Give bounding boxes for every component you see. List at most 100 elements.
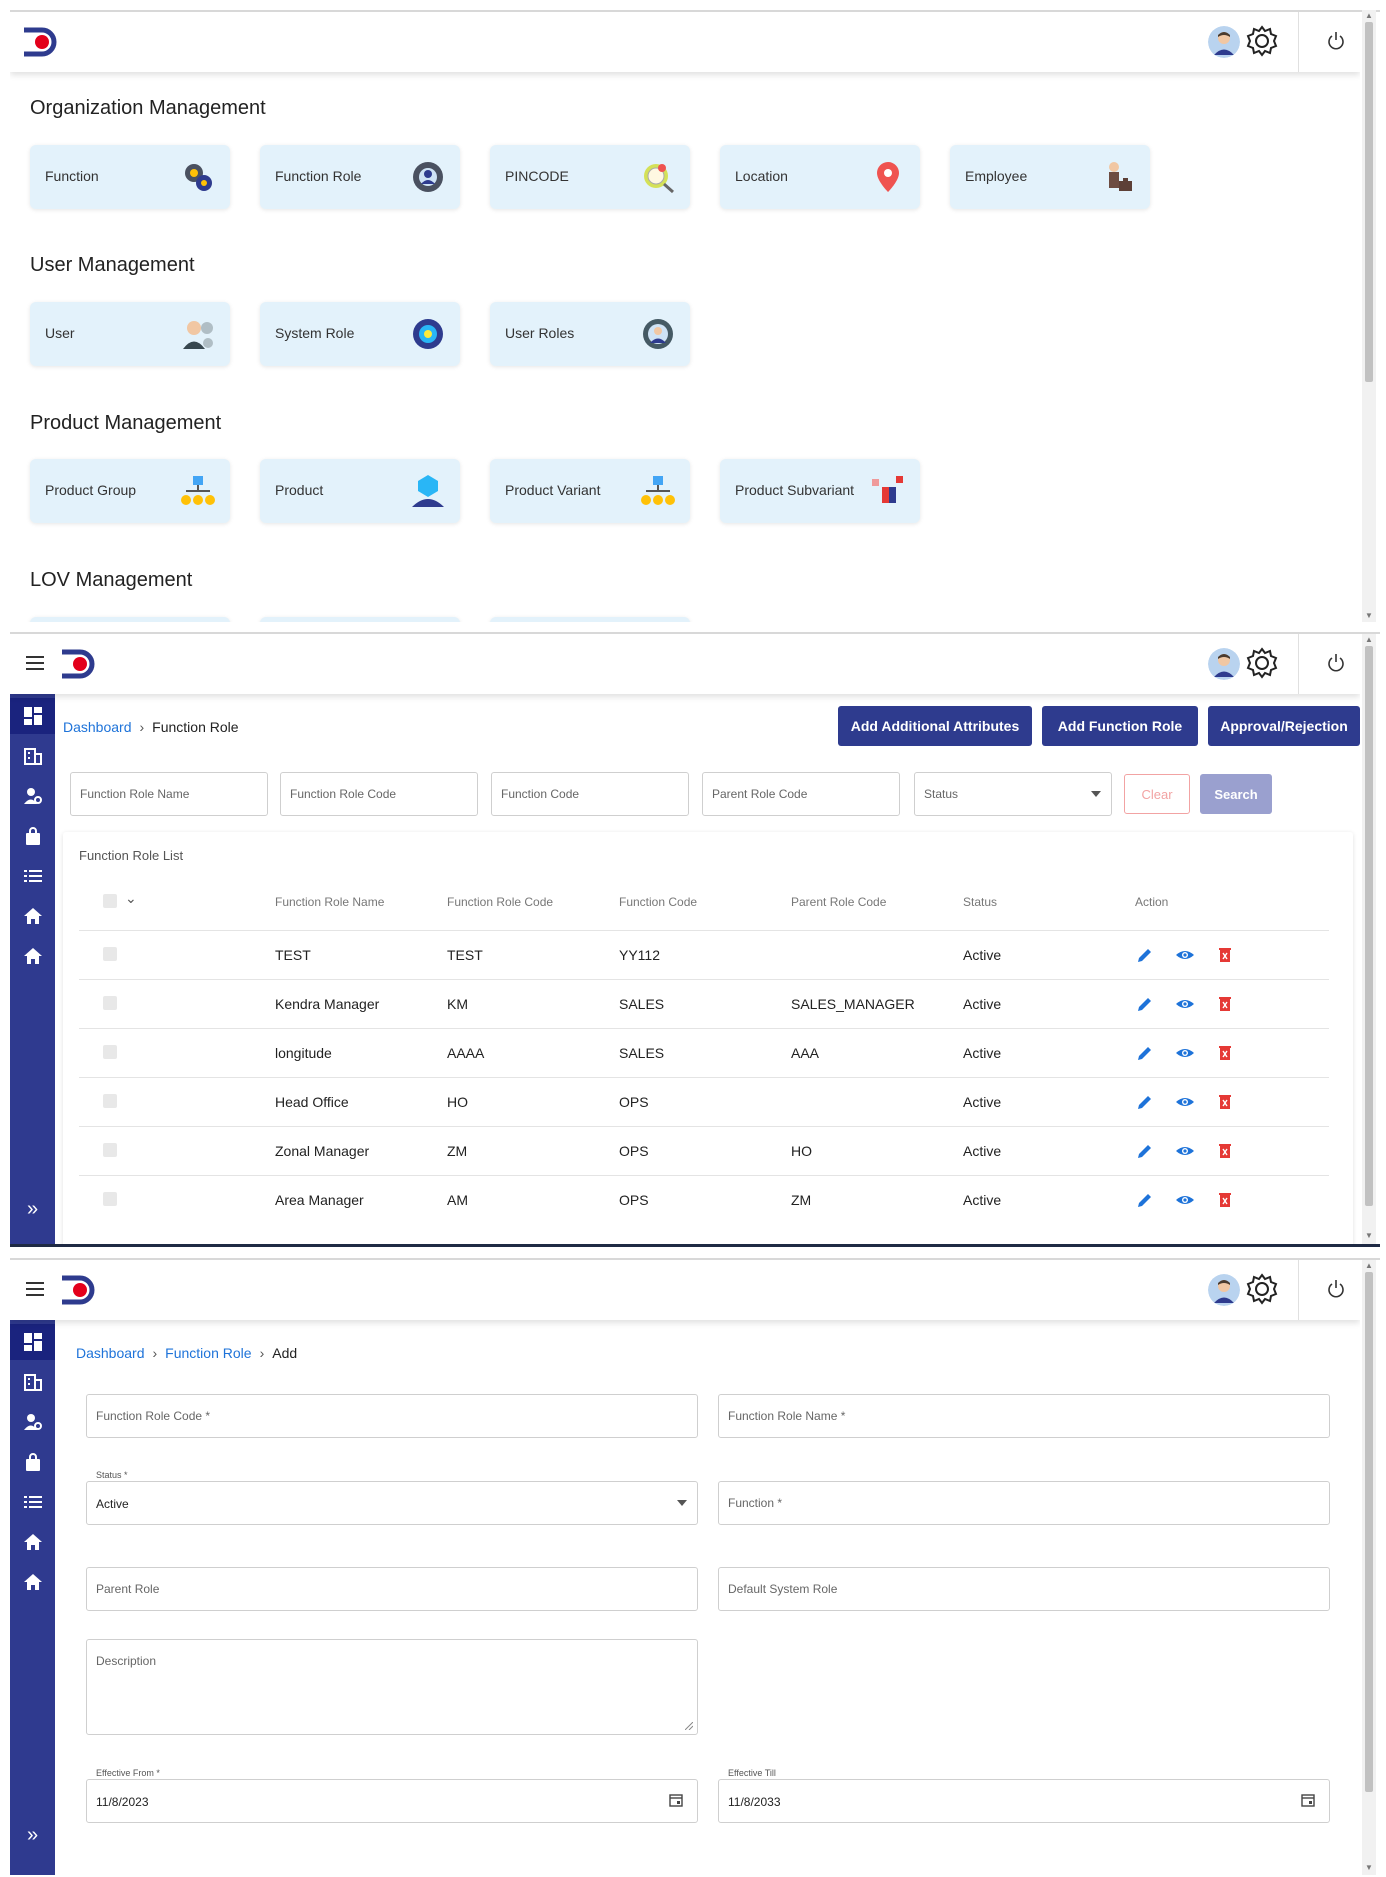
view-icon[interactable]: [1175, 1043, 1195, 1063]
status-select[interactable]: Status * Active: [86, 1470, 698, 1525]
logo[interactable]: [60, 1274, 98, 1306]
select-all-checkbox[interactable]: [103, 894, 117, 908]
scroll-up-arrow[interactable]: ▲: [1365, 1262, 1373, 1270]
breadcrumb-dashboard[interactable]: Dashboard: [76, 1345, 145, 1361]
table-row[interactable]: Area Manager AM OPS ZM Active: [79, 1175, 1329, 1224]
edit-icon[interactable]: [1135, 1141, 1155, 1161]
tile-employee[interactable]: Employee: [950, 145, 1150, 209]
delete-icon[interactable]: [1215, 994, 1235, 1014]
tile-product-subvariant[interactable]: Product Subvariant: [720, 459, 920, 523]
table-row[interactable]: Kendra Manager KM SALES SALES_MANAGER Active: [79, 979, 1329, 1028]
tile-user-roles[interactable]: User Roles: [490, 302, 690, 366]
row-checkbox[interactable]: [103, 996, 117, 1010]
tile-product[interactable]: Product: [260, 459, 460, 523]
delete-icon[interactable]: [1215, 1043, 1235, 1063]
sidebar-item-dashboard[interactable]: [10, 698, 55, 734]
sidebar-item-organization[interactable]: [10, 738, 55, 774]
logo[interactable]: [22, 26, 60, 58]
avatar[interactable]: [1208, 26, 1240, 58]
scroll-down-arrow[interactable]: ▼: [1365, 1864, 1373, 1872]
avatar[interactable]: [1208, 1274, 1240, 1306]
scroll-thumb[interactable]: [1365, 22, 1373, 382]
hamburger-icon[interactable]: [26, 1282, 44, 1296]
sidebar-item-home-2[interactable]: [10, 938, 55, 974]
sidebar-item-lov[interactable]: [10, 858, 55, 894]
calendar-icon[interactable]: [1301, 1793, 1315, 1807]
delete-icon[interactable]: [1215, 945, 1235, 965]
scroll-up-arrow[interactable]: ▲: [1365, 636, 1373, 644]
view-icon[interactable]: [1175, 945, 1195, 965]
tile-partial[interactable]: [260, 617, 460, 622]
view-icon[interactable]: [1175, 1092, 1195, 1112]
clear-button[interactable]: Clear: [1124, 774, 1190, 814]
add-function-role-button[interactable]: Add Function Role: [1042, 706, 1198, 746]
delete-icon[interactable]: [1215, 1092, 1235, 1112]
description-textarea[interactable]: Description: [86, 1639, 698, 1735]
add-additional-attributes-button[interactable]: Add Additional Attributes: [838, 706, 1032, 746]
edit-icon[interactable]: [1135, 945, 1155, 965]
edit-icon[interactable]: [1135, 1043, 1155, 1063]
view-icon[interactable]: [1175, 994, 1195, 1014]
scroll-thumb[interactable]: [1365, 1272, 1373, 1792]
function-role-code-field[interactable]: Function Role Code *: [86, 1394, 698, 1438]
gear-icon[interactable]: [1245, 1272, 1279, 1306]
scroll-down-arrow[interactable]: ▼: [1365, 612, 1373, 620]
scroll-up-arrow[interactable]: ▲: [1365, 12, 1373, 20]
view-icon[interactable]: [1175, 1141, 1195, 1161]
tile-pincode[interactable]: PINCODE: [490, 145, 690, 209]
breadcrumb-dashboard[interactable]: Dashboard: [63, 719, 132, 735]
calendar-icon[interactable]: [669, 1793, 683, 1807]
tile-product-variant[interactable]: Product Variant: [490, 459, 690, 523]
tile-user[interactable]: User: [30, 302, 230, 366]
power-icon[interactable]: [1326, 652, 1346, 674]
search-button[interactable]: Search: [1200, 774, 1272, 814]
tile-location[interactable]: Location: [720, 145, 920, 209]
hamburger-icon[interactable]: [26, 656, 44, 670]
delete-icon[interactable]: [1215, 1141, 1235, 1161]
row-checkbox[interactable]: [103, 1094, 117, 1108]
effective-from-field[interactable]: Effective From * 11/8/2023: [86, 1768, 698, 1823]
scrollbar[interactable]: ▲ ▼: [1362, 1260, 1376, 1875]
table-row[interactable]: longitude AAAA SALES AAA Active: [79, 1028, 1329, 1077]
approval-rejection-button[interactable]: Approval/Rejection: [1208, 706, 1360, 746]
power-icon[interactable]: [1326, 1278, 1346, 1300]
expand-icon[interactable]: »: [10, 1194, 55, 1224]
expand-icon[interactable]: »: [10, 1820, 55, 1850]
sidebar-item-home[interactable]: [10, 1524, 55, 1560]
tile-product-group[interactable]: Product Group: [30, 459, 230, 523]
parent-role-field[interactable]: Parent Role: [86, 1567, 698, 1611]
sidebar-item-lov[interactable]: [10, 1484, 55, 1520]
delete-icon[interactable]: [1215, 1190, 1235, 1210]
tile-function-role[interactable]: Function Role: [260, 145, 460, 209]
sidebar-item-organization[interactable]: [10, 1364, 55, 1400]
sidebar-item-products[interactable]: [10, 818, 55, 854]
gear-icon[interactable]: [1245, 646, 1279, 680]
filter-parent-code[interactable]: Parent Role Code: [702, 772, 900, 816]
scrollbar[interactable]: ▲ ▼: [1362, 10, 1376, 622]
table-row[interactable]: Zonal Manager ZM OPS HO Active: [79, 1126, 1329, 1175]
table-row[interactable]: TEST TEST YY112 Active: [79, 930, 1329, 979]
function-role-name-field[interactable]: Function Role Name *: [718, 1394, 1330, 1438]
filter-role-code[interactable]: Function Role Code: [280, 772, 478, 816]
sidebar-item-products[interactable]: [10, 1444, 55, 1480]
sidebar-item-home[interactable]: [10, 898, 55, 934]
row-checkbox[interactable]: [103, 947, 117, 961]
sidebar-item-home-2[interactable]: [10, 1564, 55, 1600]
view-icon[interactable]: [1175, 1190, 1195, 1210]
power-icon[interactable]: [1326, 30, 1346, 52]
filter-role-name[interactable]: Function Role Name: [70, 772, 268, 816]
effective-till-field[interactable]: Effective Till 11/8/2033: [718, 1768, 1330, 1823]
filter-status-select[interactable]: Status: [914, 772, 1112, 816]
filter-function-code[interactable]: Function Code: [491, 772, 689, 816]
gear-icon[interactable]: [1245, 24, 1279, 58]
sidebar-item-dashboard[interactable]: [10, 1324, 55, 1360]
row-checkbox[interactable]: [103, 1143, 117, 1157]
edit-icon[interactable]: [1135, 1092, 1155, 1112]
default-system-role-field[interactable]: Default System Role: [718, 1567, 1330, 1611]
row-checkbox[interactable]: [103, 1045, 117, 1059]
tile-function[interactable]: Function: [30, 145, 230, 209]
tile-system-role[interactable]: System Role: [260, 302, 460, 366]
avatar[interactable]: [1208, 648, 1240, 680]
edit-icon[interactable]: [1135, 1190, 1155, 1210]
sidebar-item-users[interactable]: [10, 778, 55, 814]
